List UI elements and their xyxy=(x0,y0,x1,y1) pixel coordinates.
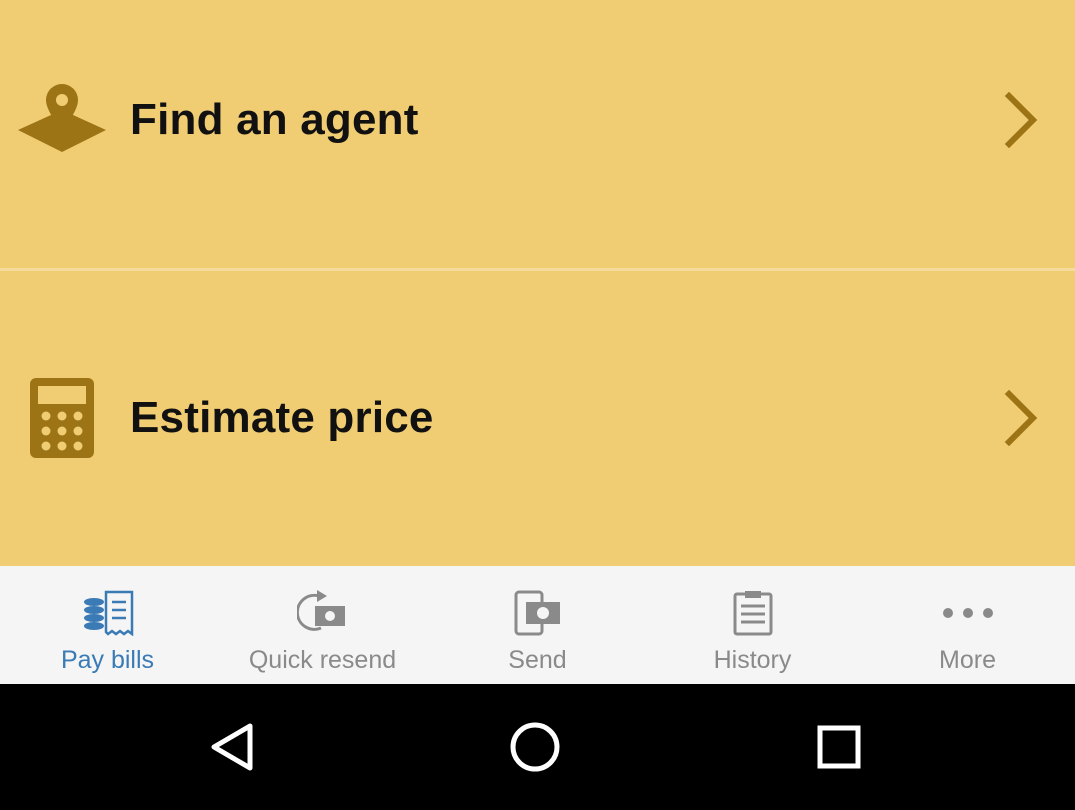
chevron-right-icon xyxy=(1001,389,1041,446)
app-screen: Find an agent Estimate price Pay bills Q… xyxy=(0,0,1075,810)
estimate-price-row[interactable]: Estimate price xyxy=(0,271,1075,566)
nav-item-send[interactable]: Send xyxy=(430,566,645,684)
history-icon xyxy=(725,588,781,638)
menu-list: Find an agent Estimate price xyxy=(0,0,1075,566)
chevron-right-icon xyxy=(1001,91,1041,149)
nav-label-more: More xyxy=(939,646,996,674)
nav-label-send: Send xyxy=(508,646,567,674)
system-navigation-bar xyxy=(0,684,1075,810)
find-agent-row[interactable]: Find an agent xyxy=(0,0,1075,268)
quick-resend-icon xyxy=(295,588,351,638)
back-icon[interactable] xyxy=(200,714,266,780)
nav-item-pay-bills[interactable]: Pay bills xyxy=(0,566,215,684)
estimate-price-label: Estimate price xyxy=(130,392,434,442)
calculator-icon xyxy=(14,370,110,466)
find-agent-label: Find an agent xyxy=(130,95,419,144)
nav-label-quick-resend: Quick resend xyxy=(248,646,397,674)
send-icon xyxy=(510,588,566,638)
pay-bills-icon xyxy=(80,588,136,638)
nav-item-quick-resend[interactable]: Quick resend xyxy=(215,566,430,684)
recent-apps-icon[interactable] xyxy=(806,714,872,780)
map-pin-icon xyxy=(14,72,110,168)
nav-label-history: History xyxy=(713,646,792,674)
bottom-navigation: Pay bills Quick resend Send History More xyxy=(0,566,1075,684)
nav-item-history[interactable]: History xyxy=(645,566,860,684)
more-icon xyxy=(940,588,996,638)
nav-item-more[interactable]: More xyxy=(860,566,1075,684)
home-icon[interactable] xyxy=(502,714,568,780)
nav-label-pay-bills: Pay bills xyxy=(60,646,155,674)
